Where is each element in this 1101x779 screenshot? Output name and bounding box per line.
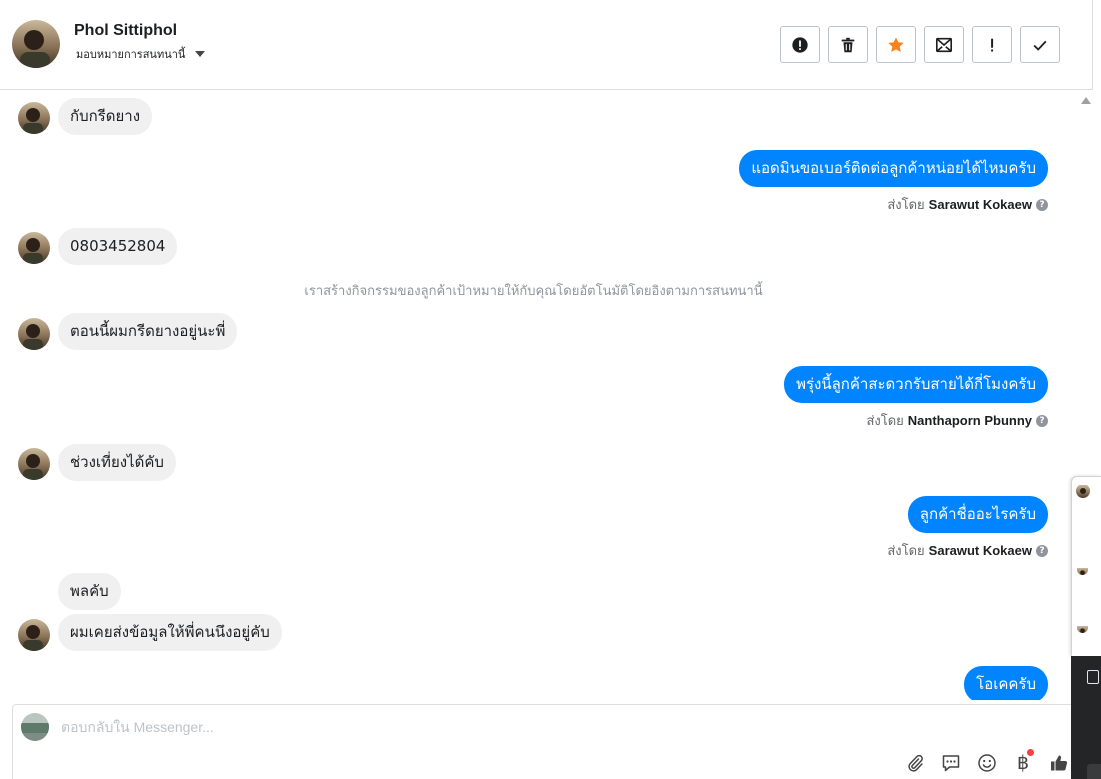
attach-button[interactable] [903,751,927,775]
sender-name: Sarawut Kokaew [928,197,1032,212]
spam-button[interactable] [780,26,820,63]
sent-by-prefix: ส่งโดย [887,544,925,559]
panel-border [1092,0,1093,90]
sent-by-label: ส่งโดย Nanthaporn Pbunny ? [866,410,1048,431]
star-button[interactable] [876,26,916,63]
reply-composer: ฿ [12,704,1074,779]
outgoing-message[interactable]: แอดมินขอเบอร์ติดต่อลูกค้าหน่อยได้ไหมครับ [739,150,1048,187]
sender-name: Nanthaporn Pbunny [907,413,1032,428]
sent-by-prefix: ส่งโดย [866,414,904,429]
incoming-message[interactable]: 0803452804 [58,228,178,265]
star-icon [888,36,904,52]
conversation-toolbar [780,26,1060,63]
saved-replies-button[interactable] [939,751,963,775]
payment-button[interactable]: ฿ [1011,749,1035,775]
like-button[interactable] [1047,751,1071,775]
outgoing-message[interactable]: โอเคครับ [964,666,1048,700]
sent-by-label: ส่งโดย Sarawut Kokaew ? [887,540,1048,561]
popup-bar [1087,764,1101,779]
customer-avatar[interactable] [18,448,50,480]
contact-avatar[interactable] [12,20,60,68]
message-thread[interactable]: กับกรีดยาง แอดมินขอเบอร์ติดต่อลูกค้าหน่อ… [0,90,1072,700]
popup-avatar [1077,564,1088,575]
check-icon [1033,40,1047,51]
outgoing-message[interactable]: ลูกค้าชื่ออะไรครับ [907,496,1048,533]
partial-chat-popup[interactable] [1071,476,1101,656]
assign-label: มอบหมายการสนทนานี้ [76,48,186,61]
help-icon[interactable]: ? [1036,198,1048,211]
mark-unread-button[interactable] [924,26,964,63]
baht-payment-icon: ฿ [1016,752,1030,774]
help-icon[interactable]: ? [1036,544,1048,557]
popup-avatar [1077,622,1088,633]
page-avatar [21,713,49,741]
customer-avatar[interactable] [18,619,50,651]
partial-dark-popup[interactable] [1071,656,1101,779]
thumbs-up-icon [1051,755,1068,771]
scroll-up-arrow-icon[interactable] [1081,97,1091,104]
alert-circle-icon [792,36,808,53]
popup-app-icon [1087,670,1099,684]
caret-down-icon[interactable] [195,51,206,57]
customer-avatar[interactable] [18,102,50,134]
emoji-icon [978,754,996,772]
assign-conversation-dropdown[interactable]: มอบหมายการสนทนานี้ [76,45,206,63]
incoming-message[interactable]: ผมเคยส่งข้อมูลให้พี่คนนึงอยู่คับ [58,614,282,651]
paperclip-icon [908,754,923,772]
follow-up-button[interactable] [972,26,1012,63]
delete-button[interactable] [828,26,868,63]
sent-by-prefix: ส่งโดย [887,198,925,213]
saved-reply-icon [942,755,960,772]
contact-name[interactable]: Phol Sittiphol [74,22,177,40]
customer-avatar[interactable] [18,232,50,264]
outgoing-message[interactable]: พรุ่งนี้ลูกค้าสะดวกรับสายได้กี่โมงครับ [784,366,1048,403]
exclamation-icon [991,38,994,51]
incoming-message[interactable]: พลคับ [58,573,121,610]
mail-icon [935,37,953,52]
incoming-message[interactable]: ตอนนี้ผมกรีดยางอยู่นะพี่ [58,313,238,350]
notification-dot [1027,749,1034,756]
system-notice: เราสร้างกิจกรรมของลูกค้าเป้าหมายให้กับคุ… [304,284,763,299]
conversation-header: Phol Sittiphol มอบหมายการสนทนานี้ [0,0,1092,90]
sender-name: Sarawut Kokaew [928,543,1032,558]
emoji-button[interactable] [975,751,999,775]
help-icon[interactable]: ? [1036,414,1048,427]
trash-icon [841,37,855,52]
sent-by-label: ส่งโดย Sarawut Kokaew ? [887,194,1048,215]
done-button[interactable] [1020,26,1060,63]
incoming-message[interactable]: กับกรีดยาง [58,98,153,135]
reply-input[interactable] [61,719,861,735]
incoming-message[interactable]: ช่วงเที่ยงได้คับ [58,444,176,481]
popup-avatar [1076,484,1090,498]
customer-avatar[interactable] [18,318,50,350]
composer-actions: ฿ [903,749,1071,775]
